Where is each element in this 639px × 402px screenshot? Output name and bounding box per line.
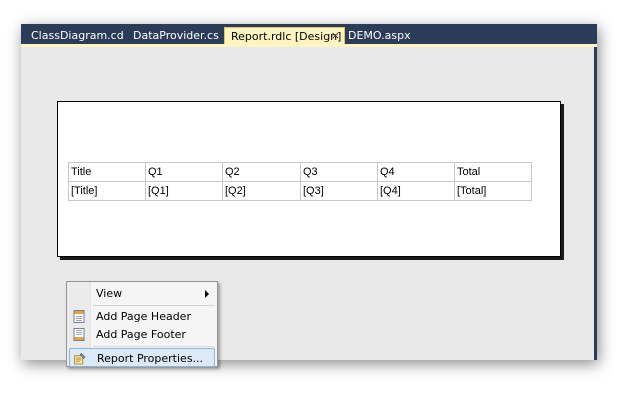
report-properties-icon <box>74 353 86 365</box>
tab-label: DEMO.aspx <box>348 29 411 42</box>
tab-label: ClassDiagram.cd <box>31 29 124 42</box>
menu-separator <box>93 346 215 347</box>
menu-item-label: Add Page Footer <box>96 328 186 341</box>
document-tab-strip: ClassDiagram.cd DataProvider.cs Report.r… <box>21 24 597 44</box>
menu-item-label: Add Page Header <box>96 310 191 323</box>
report-design-surface[interactable]: Title Q1 Q2 Q3 Q4 Total [Title] [Q1] [Q2… <box>21 47 597 367</box>
close-icon[interactable]: × <box>331 28 340 44</box>
header-cell[interactable]: Q2 <box>222 162 301 182</box>
tab-class-diagram[interactable]: ClassDiagram.cd <box>25 27 124 44</box>
menu-item-label: Report Properties... <box>97 352 204 365</box>
submenu-arrow-icon <box>205 290 209 298</box>
menu-item-add-page-footer[interactable]: Add Page Footer <box>69 325 215 344</box>
header-cell[interactable]: Q4 <box>377 162 455 182</box>
header-cell[interactable]: Title <box>68 162 146 182</box>
tab-label: Report.rdlc [Design] <box>231 30 342 43</box>
detail-cell[interactable]: [Q4] <box>377 181 455 201</box>
tab-label: DataProvider.cs <box>133 29 219 42</box>
table-detail-row: [Title] [Q1] [Q2] [Q3] [Q4] [Total] <box>68 181 532 201</box>
page-footer-icon <box>73 328 85 341</box>
header-cell[interactable]: Q3 <box>300 162 378 182</box>
menu-item-view[interactable]: View <box>69 284 215 303</box>
tablix[interactable]: Title Q1 Q2 Q3 Q4 Total [Title] [Q1] [Q2… <box>68 162 532 201</box>
table-header-row: Title Q1 Q2 Q3 Q4 Total <box>68 162 532 182</box>
context-menu: View Add Page Header Add Page Footer Rep… <box>66 281 218 367</box>
detail-cell[interactable]: [Title] <box>68 181 146 201</box>
detail-cell[interactable]: [Q3] <box>300 181 378 201</box>
tab-data-provider[interactable]: DataProvider.cs <box>127 27 219 44</box>
report-body[interactable]: Title Q1 Q2 Q3 Q4 Total [Title] [Q1] [Q2… <box>57 101 561 257</box>
detail-cell[interactable]: [Q2] <box>222 181 301 201</box>
tab-report-design[interactable]: Report.rdlc [Design] × <box>224 27 345 44</box>
detail-cell[interactable]: [Q1] <box>145 181 223 201</box>
detail-cell[interactable]: [Total] <box>454 181 532 201</box>
menu-item-label: View <box>96 287 123 300</box>
menu-item-report-properties[interactable]: Report Properties... <box>69 348 215 367</box>
tab-demo-aspx[interactable]: DEMO.aspx <box>342 27 411 44</box>
header-cell[interactable]: Total <box>454 162 532 182</box>
page-header-icon <box>73 310 85 323</box>
menu-item-add-page-header[interactable]: Add Page Header <box>69 307 215 326</box>
designer-window: ClassDiagram.cd DataProvider.cs Report.r… <box>21 24 597 367</box>
header-cell[interactable]: Q1 <box>145 162 223 182</box>
menu-separator <box>93 305 215 306</box>
